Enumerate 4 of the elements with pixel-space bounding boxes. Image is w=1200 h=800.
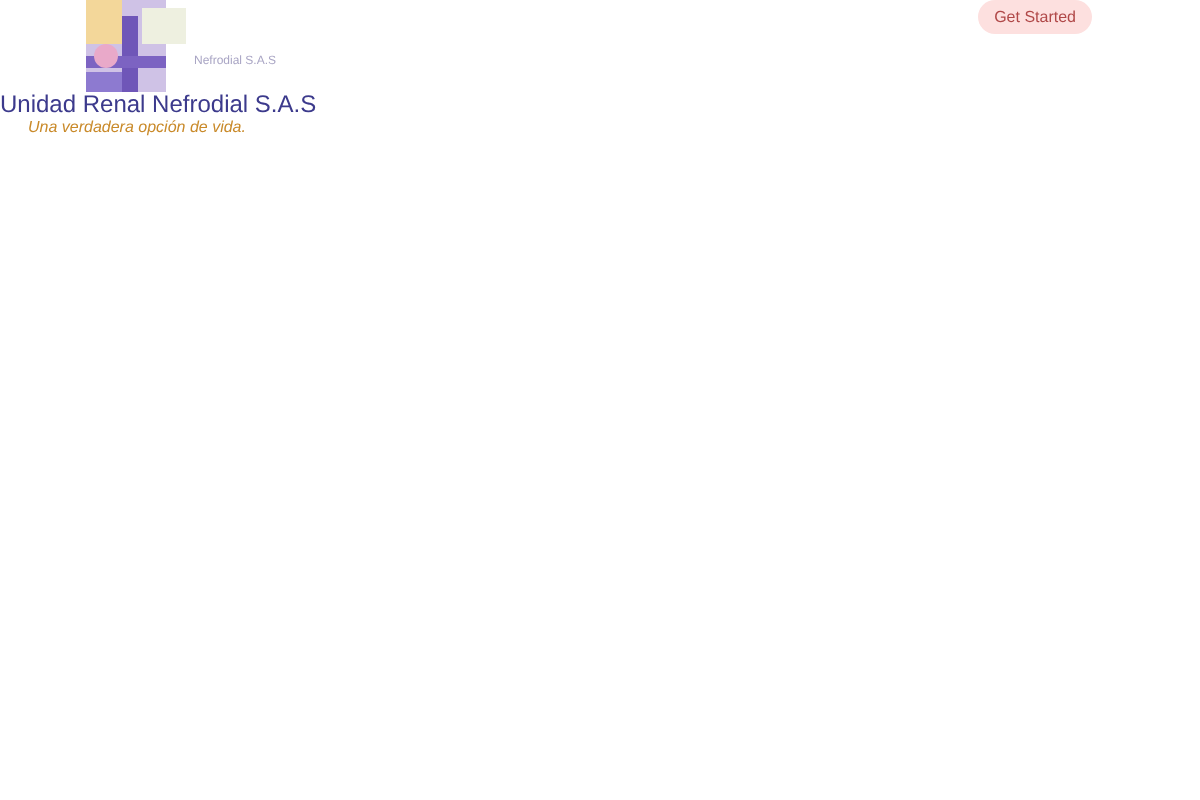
get-started-button[interactable]: Get Started bbox=[978, 0, 1092, 34]
logo-mark-icon bbox=[86, 0, 190, 92]
company-tagline: Una verdadera opción de vida. bbox=[28, 118, 246, 136]
company-name: Unidad Renal Nefrodial S.A.S bbox=[0, 92, 317, 118]
